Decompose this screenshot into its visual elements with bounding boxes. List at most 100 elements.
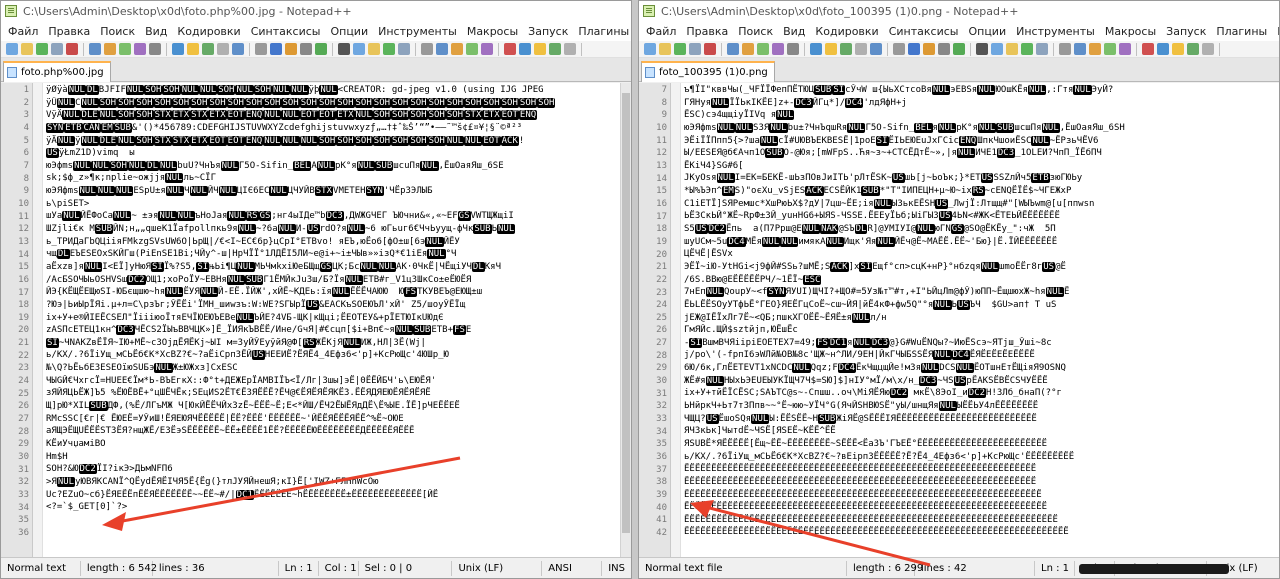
toolbar-button-icon[interactable] xyxy=(644,43,656,55)
toolbar-button-icon[interactable] xyxy=(451,43,463,55)
toolbar-button-icon[interactable] xyxy=(991,43,1003,55)
toolbar-button-icon[interactable] xyxy=(353,43,365,55)
vertical-scrollbar[interactable] xyxy=(620,83,631,559)
toolbar-button-icon[interactable] xyxy=(1006,43,1018,55)
toolbar-button-icon[interactable] xyxy=(66,43,78,55)
toolbar-button-icon[interactable] xyxy=(534,43,546,55)
menu-item[interactable]: Инструменты xyxy=(1011,25,1100,38)
toolbar-button-icon[interactable] xyxy=(923,43,935,55)
menu-item[interactable]: Инструменты xyxy=(373,25,462,38)
toolbar-button-icon[interactable] xyxy=(172,43,184,55)
menu-item[interactable]: Опции xyxy=(325,25,373,38)
toolbar-button-icon[interactable] xyxy=(519,43,531,55)
menu-item[interactable]: Макросы xyxy=(1100,25,1161,38)
toolbar-button-icon[interactable] xyxy=(285,43,297,55)
toolbar-button-icon[interactable] xyxy=(976,43,988,55)
toolbar-button-icon[interactable] xyxy=(659,43,671,55)
menu-item[interactable]: Запуск xyxy=(1161,25,1211,38)
menu-item[interactable]: Вид xyxy=(140,25,172,38)
scrollbar-thumb[interactable] xyxy=(622,93,630,533)
toolbar-button-icon[interactable] xyxy=(51,43,63,55)
menu-item[interactable]: Макросы xyxy=(462,25,523,38)
toolbar-button-icon[interactable] xyxy=(1187,43,1199,55)
toolbar-button-icon[interactable] xyxy=(232,43,244,55)
toolbar-button-icon[interactable] xyxy=(727,43,739,55)
toolbar-button-icon[interactable] xyxy=(270,43,282,55)
toolbar-button-icon[interactable] xyxy=(1059,43,1071,55)
menu-item[interactable]: Файл xyxy=(641,25,681,38)
toolbar-button-icon[interactable] xyxy=(840,43,852,55)
toolbar-button-icon[interactable] xyxy=(466,43,478,55)
toolbar-button-icon[interactable] xyxy=(1172,43,1184,55)
toolbar-button-icon[interactable] xyxy=(421,43,433,55)
toolbar-button-icon[interactable] xyxy=(855,43,867,55)
toolbar-button-icon[interactable] xyxy=(953,43,965,55)
toolbar-button-icon[interactable] xyxy=(481,43,493,55)
menu-item[interactable]: Запуск xyxy=(523,25,573,38)
editor-area[interactable]: 1 2 3 4 5 6 7 8 9 10 11 12 13 14 15 16 17 18 19 20 21 22 23 24 2… xyxy=(1,83,620,559)
toolbar-button-icon[interactable] xyxy=(217,43,229,55)
toolbar-button-icon[interactable] xyxy=(21,43,33,55)
toolbar-button-icon[interactable] xyxy=(825,43,837,55)
menu-item[interactable]: Правка xyxy=(681,25,733,38)
menu-item[interactable]: Плагины xyxy=(573,25,631,38)
toolbar-button-icon[interactable] xyxy=(300,43,312,55)
toolbar-button-icon[interactable] xyxy=(704,43,716,55)
toolbar-button-icon[interactable] xyxy=(564,43,576,55)
toolbar-button-icon[interactable] xyxy=(368,43,380,55)
editor-area[interactable]: 7 8 9 10 11 12 13 14 15 16 17 18 19 20 21 22 23 24 25 26 27 2… xyxy=(639,83,1279,559)
toolbar-button-icon[interactable] xyxy=(810,43,822,55)
toolbar-button-icon[interactable] xyxy=(1036,43,1048,55)
toolbar-button-icon[interactable] xyxy=(870,43,882,55)
toolbar-button-icon[interactable] xyxy=(398,43,410,55)
toolbar-button-icon[interactable] xyxy=(504,43,516,55)
toolbar-button-icon[interactable] xyxy=(36,43,48,55)
toolbar-button-icon[interactable] xyxy=(893,43,905,55)
menu-item[interactable]: Кодировки xyxy=(810,25,883,38)
menu-item[interactable]: Синтаксисы xyxy=(246,25,326,38)
file-tab[interactable]: foto.php%00.jpg xyxy=(3,61,111,82)
toolbar-button-icon[interactable] xyxy=(772,43,784,55)
toolbar-button-icon[interactable] xyxy=(757,43,769,55)
toolbar-button-icon[interactable] xyxy=(436,43,448,55)
toolbar-button-icon[interactable] xyxy=(6,43,18,55)
toolbar-button-icon[interactable] xyxy=(1157,43,1169,55)
toolbar-button-icon[interactable] xyxy=(134,43,146,55)
toolbar-button-icon[interactable] xyxy=(689,43,701,55)
toolbar-button-icon[interactable] xyxy=(1074,43,1086,55)
menu-item[interactable]: Опции xyxy=(963,25,1011,38)
toolbar-button-icon[interactable] xyxy=(149,43,161,55)
menu-item[interactable]: Синтаксисы xyxy=(884,25,964,38)
toolbar-button-icon[interactable] xyxy=(908,43,920,55)
toolbar-button-icon[interactable] xyxy=(742,43,754,55)
menu-item[interactable]: Поиск xyxy=(95,25,140,38)
toolbar-button-icon[interactable] xyxy=(202,43,214,55)
file-tab[interactable]: foto_100395 (1)0.png xyxy=(641,61,775,82)
code-view[interactable]: ÿØÿàNUL DLBJFIFNUL SOH SOH NUL NUL SOH NUL SOH NU… xyxy=(43,83,620,559)
toolbar-button-icon[interactable] xyxy=(89,43,101,55)
toolbar-button-icon[interactable] xyxy=(938,43,950,55)
toolbar-button-icon[interactable] xyxy=(187,43,199,55)
toolbar-button-icon[interactable] xyxy=(1089,43,1101,55)
toolbar-button-icon[interactable] xyxy=(119,43,131,55)
toolbar-button-icon[interactable] xyxy=(338,43,350,55)
menu-item[interactable]: Вид xyxy=(778,25,810,38)
toolbar-button-icon[interactable] xyxy=(1021,43,1033,55)
toolbar-button-icon[interactable] xyxy=(787,43,799,55)
toolbar-button-icon[interactable] xyxy=(104,43,116,55)
toolbar-button-icon[interactable] xyxy=(549,43,561,55)
toolbar-button-icon[interactable] xyxy=(674,43,686,55)
toolbar-button-icon[interactable] xyxy=(1119,43,1131,55)
code-view[interactable]: ъ¶ЇІ"кввЧы(_ЧFЇЇФепПЁТЮЦSUB SIсЎчW ш{ЫьХС… xyxy=(681,83,1279,559)
toolbar-button-icon[interactable] xyxy=(255,43,267,55)
menu-item[interactable]: Вкладки xyxy=(1272,25,1279,38)
toolbar-button-icon[interactable] xyxy=(383,43,395,55)
menu-item[interactable]: Файл xyxy=(3,25,43,38)
toolbar-button-icon[interactable] xyxy=(1202,43,1214,55)
menu-item[interactable]: Правка xyxy=(43,25,95,38)
toolbar-button-icon[interactable] xyxy=(315,43,327,55)
menu-item[interactable]: Плагины xyxy=(1211,25,1272,38)
toolbar-button-icon[interactable] xyxy=(1142,43,1154,55)
menu-item[interactable]: Кодировки xyxy=(172,25,245,38)
toolbar-button-icon[interactable] xyxy=(1104,43,1116,55)
